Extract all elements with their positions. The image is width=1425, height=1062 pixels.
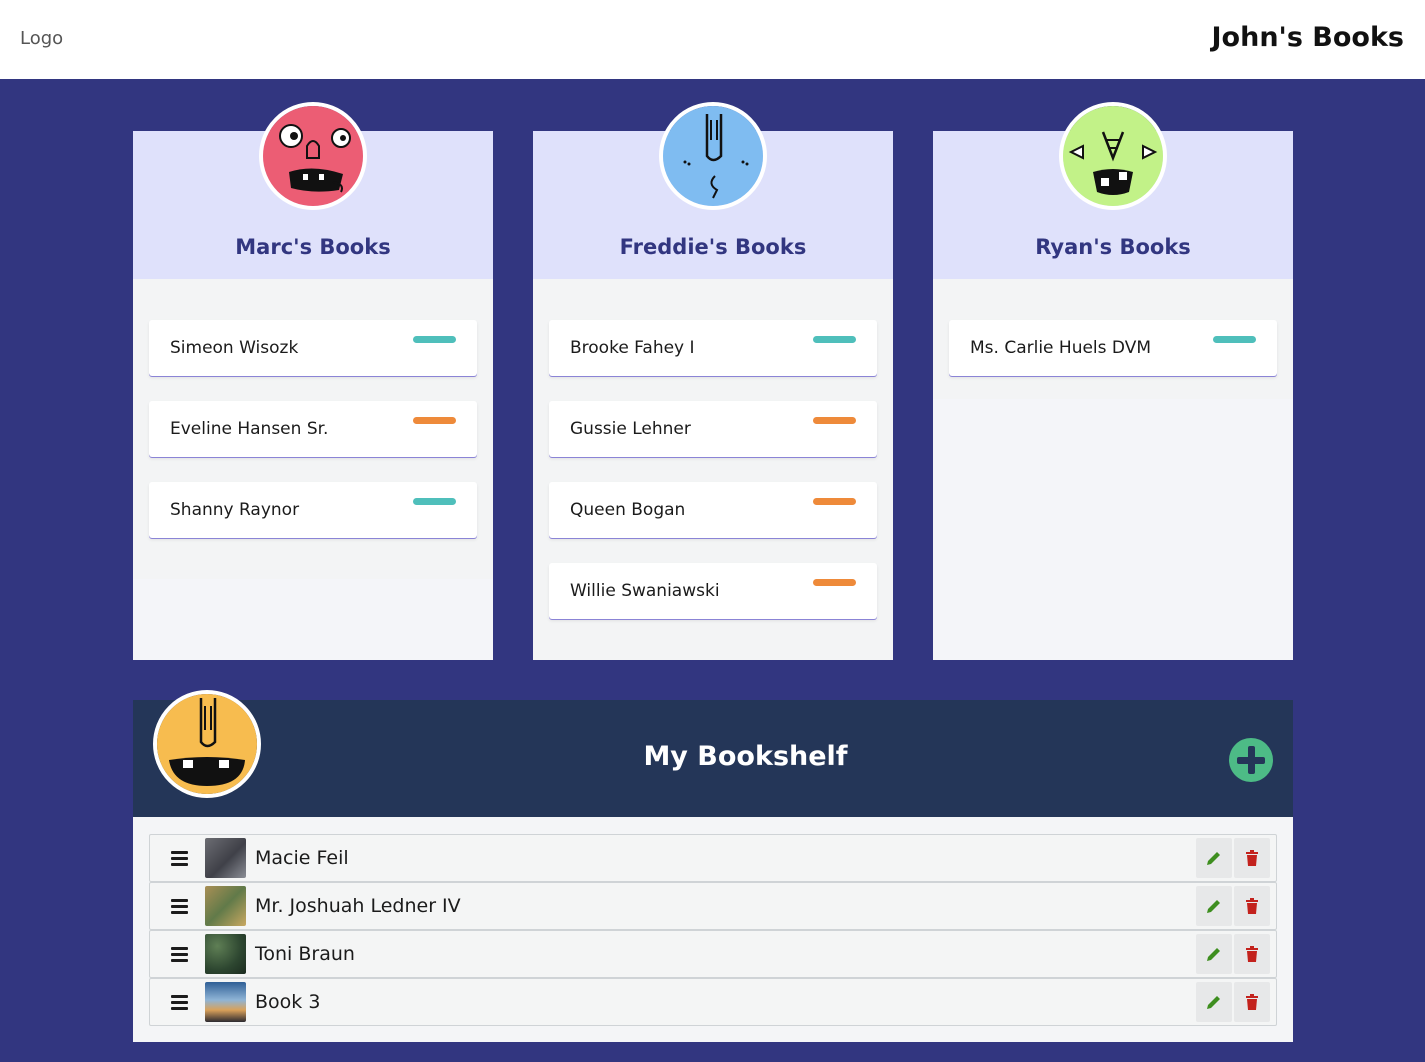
status-tag xyxy=(413,417,456,424)
friend-card-marc: Marc's Books Simeon Wisozk Eveline Hanse… xyxy=(133,131,493,660)
delete-button[interactable] xyxy=(1234,886,1270,926)
edit-button[interactable] xyxy=(1196,982,1232,1022)
list-item[interactable]: Queen Bogan xyxy=(549,482,877,538)
table-row[interactable]: Toni Braun xyxy=(149,930,1277,978)
list-item[interactable]: Simeon Wisozk xyxy=(149,320,477,376)
book-list: Simeon Wisozk Eveline Hansen Sr. Shanny … xyxy=(133,279,493,579)
book-title: Brooke Fahey I xyxy=(570,338,695,358)
book-title: Mr. Joshuah Ledner IV xyxy=(255,895,461,917)
book-title: Queen Bogan xyxy=(570,500,686,520)
book-title: Simeon Wisozk xyxy=(170,338,299,358)
book-title: Willie Swaniawski xyxy=(570,581,720,601)
pencil-icon xyxy=(1207,948,1220,961)
book-thumbnail xyxy=(205,982,246,1022)
status-tag xyxy=(813,579,856,586)
book-title: Ms. Carlie Huels DVM xyxy=(970,338,1152,358)
list-item[interactable]: Gussie Lehner xyxy=(549,401,877,457)
book-title: Eveline Hansen Sr. xyxy=(170,419,329,439)
status-tag xyxy=(1213,336,1256,343)
avatar-ryan xyxy=(1059,102,1167,210)
avatar-freddie xyxy=(659,102,767,210)
list-item[interactable]: Eveline Hansen Sr. xyxy=(149,401,477,457)
edit-button[interactable] xyxy=(1196,886,1232,926)
book-list: Brooke Fahey I Gussie Lehner Queen Bogan… xyxy=(533,279,893,660)
top-bar: Logo John's Books xyxy=(0,0,1425,79)
card-title: Freddie's Books xyxy=(619,235,807,259)
card-title: Ryan's Books xyxy=(1035,235,1191,259)
drag-handle-icon[interactable] xyxy=(171,851,189,866)
list-item[interactable]: Ms. Carlie Huels DVM xyxy=(949,320,1277,376)
trash-icon xyxy=(1246,994,1258,1010)
book-title: Toni Braun xyxy=(255,943,355,965)
add-book-button[interactable] xyxy=(1229,738,1273,782)
pencil-icon xyxy=(1207,852,1220,865)
book-list: Ms. Carlie Huels DVM xyxy=(933,279,1293,399)
book-thumbnail xyxy=(205,886,246,926)
avatar-me xyxy=(153,690,261,798)
status-tag xyxy=(413,336,456,343)
logo[interactable]: Logo xyxy=(20,28,63,49)
status-tag xyxy=(413,498,456,505)
book-title: Gussie Lehner xyxy=(570,419,691,439)
edit-button[interactable] xyxy=(1196,934,1232,974)
table-row[interactable]: Mr. Joshuah Ledner IV xyxy=(149,882,1277,930)
table-row[interactable]: Macie Feil xyxy=(149,834,1277,882)
delete-button[interactable] xyxy=(1234,982,1270,1022)
delete-button[interactable] xyxy=(1234,934,1270,974)
book-thumbnail xyxy=(205,934,246,974)
book-title: Shanny Raynor xyxy=(170,500,300,520)
card-title: Marc's Books xyxy=(235,235,391,259)
list-item[interactable]: Shanny Raynor xyxy=(149,482,477,538)
pencil-icon xyxy=(1207,996,1220,1009)
list-item[interactable]: Willie Swaniawski xyxy=(549,563,877,619)
trash-icon xyxy=(1246,850,1258,866)
avatar-marc xyxy=(259,102,367,210)
status-tag xyxy=(813,336,856,343)
delete-button[interactable] xyxy=(1234,838,1270,878)
bookshelf-title: My Bookshelf xyxy=(643,741,848,772)
status-tag xyxy=(813,498,856,505)
trash-icon xyxy=(1246,946,1258,962)
edit-button[interactable] xyxy=(1196,838,1232,878)
drag-handle-icon[interactable] xyxy=(171,947,189,962)
book-title: Book 3 xyxy=(255,991,321,1013)
page-title: John's Books xyxy=(1211,22,1404,53)
friend-card-freddie: Freddie's Books Brooke Fahey I Gussie Le… xyxy=(533,131,893,660)
friend-card-ryan: Ryan's Books Ms. Carlie Huels DVM xyxy=(933,131,1293,660)
status-tag xyxy=(813,417,856,424)
table-row[interactable]: Book 3 xyxy=(149,978,1277,1026)
pencil-icon xyxy=(1207,900,1220,913)
bookshelf-header: My Bookshelf xyxy=(133,700,1293,817)
my-bookshelf: My Bookshelf Macie Feil Mr. Joshuah Ledn… xyxy=(133,700,1293,1042)
book-thumbnail xyxy=(205,838,246,878)
book-title: Macie Feil xyxy=(255,847,349,869)
trash-icon xyxy=(1246,898,1258,914)
drag-handle-icon[interactable] xyxy=(171,899,189,914)
list-item[interactable]: Brooke Fahey I xyxy=(549,320,877,376)
drag-handle-icon[interactable] xyxy=(171,995,189,1010)
